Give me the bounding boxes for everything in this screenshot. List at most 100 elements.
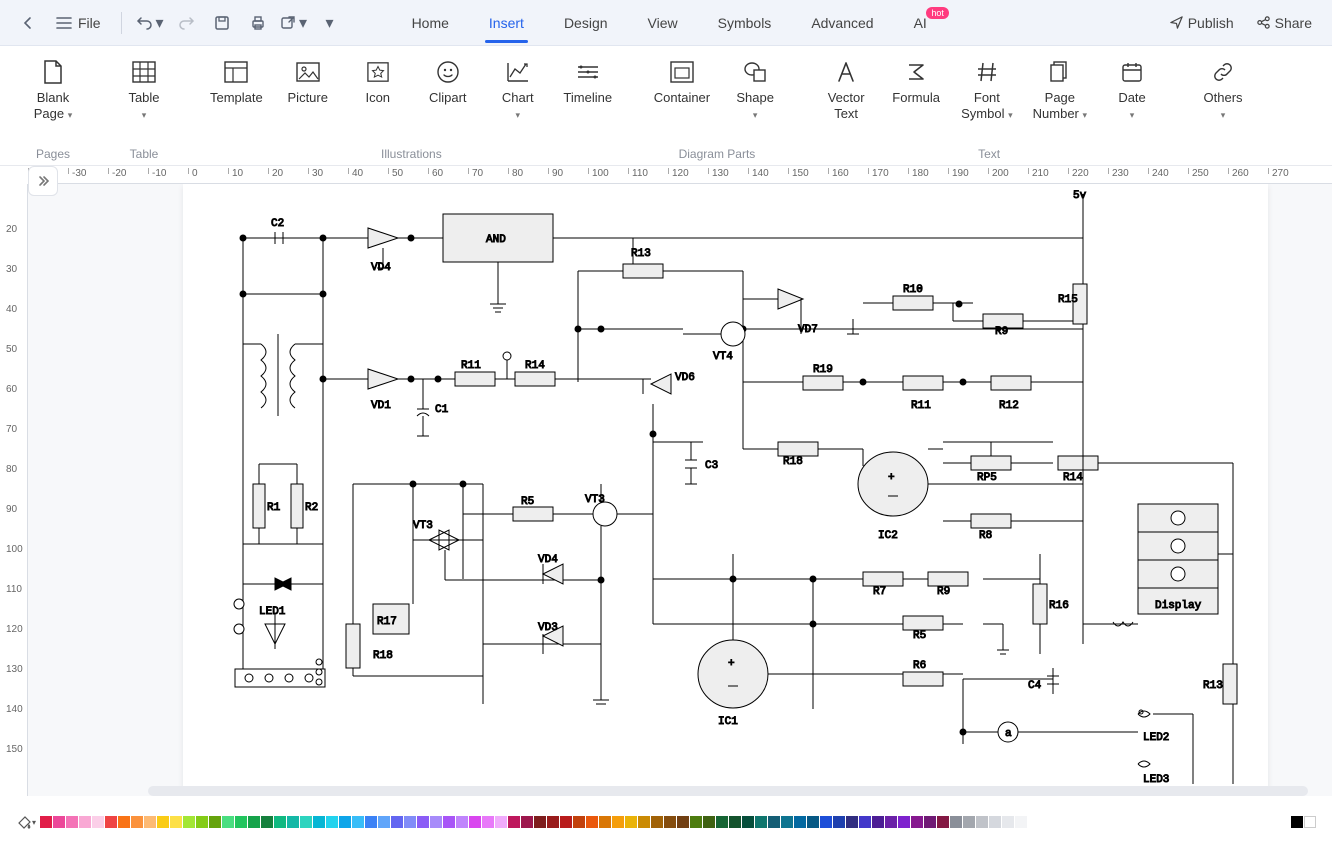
- color-swatch[interactable]: [963, 816, 975, 828]
- color-swatch[interactable]: [53, 816, 65, 828]
- color-swatch[interactable]: [651, 816, 663, 828]
- circuit-diagram[interactable]: C2 VD4 AND 5v: [183, 184, 1268, 796]
- color-swatch[interactable]: [1304, 816, 1316, 828]
- color-swatch[interactable]: [261, 816, 273, 828]
- color-swatch[interactable]: [352, 816, 364, 828]
- vector-text-button[interactable]: Vector Text: [815, 52, 877, 127]
- color-swatch[interactable]: [365, 816, 377, 828]
- tab-design[interactable]: Design: [548, 3, 624, 43]
- color-swatch[interactable]: [664, 816, 676, 828]
- shape-button[interactable]: Shape▾: [724, 52, 786, 127]
- color-swatch[interactable]: [443, 816, 455, 828]
- undo-button[interactable]: ▾: [134, 7, 166, 39]
- color-swatch[interactable]: [235, 816, 247, 828]
- export-button[interactable]: ▾: [278, 7, 310, 39]
- color-swatch[interactable]: [573, 816, 585, 828]
- color-swatch[interactable]: [742, 816, 754, 828]
- publish-button[interactable]: Publish: [1161, 11, 1242, 35]
- tab-advanced[interactable]: Advanced: [795, 3, 889, 43]
- horizontal-scrollbar[interactable]: [148, 786, 1308, 796]
- color-swatch[interactable]: [729, 816, 741, 828]
- container-button[interactable]: Container: [648, 52, 716, 112]
- font-symbol-button[interactable]: Font Symbol ▾: [955, 52, 1019, 127]
- color-swatch[interactable]: [482, 816, 494, 828]
- color-swatch[interactable]: [976, 816, 988, 828]
- color-swatch[interactable]: [768, 816, 780, 828]
- color-swatch[interactable]: [820, 816, 832, 828]
- back-button[interactable]: [12, 7, 44, 39]
- clipart-button[interactable]: Clipart: [417, 52, 479, 112]
- tab-view[interactable]: View: [632, 3, 694, 43]
- color-swatch[interactable]: [79, 816, 91, 828]
- timeline-button[interactable]: Timeline: [557, 52, 619, 112]
- color-swatch[interactable]: [469, 816, 481, 828]
- color-swatch[interactable]: [508, 816, 520, 828]
- color-swatch[interactable]: [716, 816, 728, 828]
- print-button[interactable]: [242, 7, 274, 39]
- color-swatch[interactable]: [547, 816, 559, 828]
- color-swatch[interactable]: [1002, 816, 1014, 828]
- template-button[interactable]: Template: [204, 52, 269, 112]
- file-menu[interactable]: File: [48, 11, 109, 35]
- color-swatch[interactable]: [456, 816, 468, 828]
- color-swatch[interactable]: [66, 816, 78, 828]
- color-swatch[interactable]: [885, 816, 897, 828]
- color-swatch[interactable]: [118, 816, 130, 828]
- color-swatch[interactable]: [1015, 816, 1027, 828]
- color-swatch[interactable]: [183, 816, 195, 828]
- color-swatch[interactable]: [144, 816, 156, 828]
- color-swatch[interactable]: [274, 816, 286, 828]
- color-swatch[interactable]: [755, 816, 767, 828]
- color-swatch[interactable]: [313, 816, 325, 828]
- color-swatch[interactable]: [560, 816, 572, 828]
- color-swatch[interactable]: [170, 816, 182, 828]
- tab-insert[interactable]: Insert: [473, 3, 540, 43]
- icon-button[interactable]: Icon: [347, 52, 409, 112]
- color-swatch[interactable]: [872, 816, 884, 828]
- tab-home[interactable]: Home: [396, 3, 465, 43]
- expand-panel-button[interactable]: [28, 184, 58, 196]
- chart-button[interactable]: Chart▾: [487, 52, 549, 127]
- color-swatch[interactable]: [248, 816, 260, 828]
- formula-button[interactable]: Formula: [885, 52, 947, 112]
- color-swatch[interactable]: [690, 816, 702, 828]
- color-swatch[interactable]: [625, 816, 637, 828]
- color-swatch[interactable]: [599, 816, 611, 828]
- color-swatch[interactable]: [131, 816, 143, 828]
- color-swatch[interactable]: [677, 816, 689, 828]
- more-button[interactable]: ▾: [314, 7, 346, 39]
- color-swatch[interactable]: [937, 816, 949, 828]
- fill-bucket-icon[interactable]: ▾: [16, 812, 36, 832]
- color-swatch[interactable]: [521, 816, 533, 828]
- color-swatch[interactable]: [859, 816, 871, 828]
- color-swatch[interactable]: [209, 816, 221, 828]
- color-swatch[interactable]: [898, 816, 910, 828]
- color-swatch[interactable]: [339, 816, 351, 828]
- tab-symbols[interactable]: Symbols: [702, 3, 788, 43]
- color-swatch[interactable]: [105, 816, 117, 828]
- color-swatch[interactable]: [326, 816, 338, 828]
- page-number-button[interactable]: Page Number ▾: [1027, 52, 1093, 127]
- color-swatch[interactable]: [989, 816, 1001, 828]
- color-swatch[interactable]: [833, 816, 845, 828]
- table-button[interactable]: Table▾: [113, 52, 175, 127]
- color-swatch[interactable]: [417, 816, 429, 828]
- color-swatch[interactable]: [300, 816, 312, 828]
- share-button[interactable]: Share: [1248, 11, 1320, 35]
- color-swatch[interactable]: [378, 816, 390, 828]
- color-swatch[interactable]: [534, 816, 546, 828]
- color-swatch[interactable]: [638, 816, 650, 828]
- color-swatch[interactable]: [391, 816, 403, 828]
- canvas[interactable]: C2 VD4 AND 5v: [28, 184, 1332, 796]
- others-button[interactable]: Others▾: [1192, 52, 1254, 127]
- color-swatch[interactable]: [222, 816, 234, 828]
- color-swatch[interactable]: [950, 816, 962, 828]
- color-swatch[interactable]: [495, 816, 507, 828]
- color-swatch[interactable]: [1291, 816, 1303, 828]
- picture-button[interactable]: Picture: [277, 52, 339, 112]
- color-swatch[interactable]: [794, 816, 806, 828]
- color-swatch[interactable]: [157, 816, 169, 828]
- color-swatch[interactable]: [40, 816, 52, 828]
- color-swatch[interactable]: [911, 816, 923, 828]
- redo-button[interactable]: [170, 7, 202, 39]
